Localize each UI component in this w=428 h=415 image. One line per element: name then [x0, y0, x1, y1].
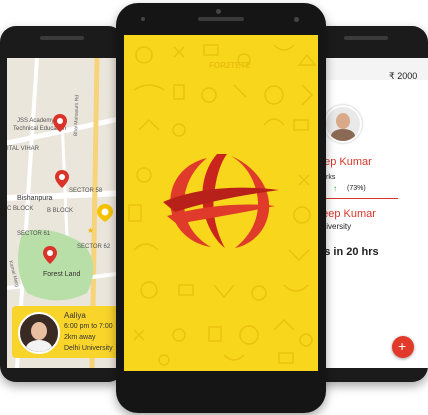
map-label-vihar: ITAL VIHAR [7, 146, 40, 152]
center-phone-speaker [198, 17, 244, 21]
map-label-sector58: SECTOR 58 [69, 188, 103, 194]
map-label-c-block: C BLOCK [7, 206, 34, 212]
map-label-b-block: B BLOCK [47, 208, 74, 214]
divider [314, 198, 398, 199]
map-pin-icon[interactable] [55, 170, 69, 188]
front-sensor [294, 17, 299, 22]
tutor-university: Delhi University [64, 345, 113, 352]
tutor-name: Aaliya [64, 311, 86, 320]
map-pin-icon[interactable] [53, 114, 67, 132]
profile-screen: ₹ 2000 eep Kumar rks ↑ (73%) deep Kumar … [314, 58, 428, 368]
map-label-bishanpura: Bishanpura [17, 195, 53, 202]
tutor-avatar [324, 105, 362, 143]
watermark-text: FOR2TETE [209, 61, 251, 70]
works-label: rks [326, 174, 336, 181]
splash-screen: FOR2TETE [124, 35, 318, 371]
map-pin-icon[interactable] [43, 246, 57, 264]
trend-up-icon: ↑ [333, 184, 337, 193]
tutor-card[interactable]: Aaliya 6:00 pm to 7:00 2km away Delhi Un… [12, 306, 124, 358]
add-fab-button[interactable]: + [392, 336, 414, 358]
left-phone: JSS Academy Of Technical Education Bhai … [0, 26, 124, 382]
selected-map-pin-icon[interactable] [97, 204, 113, 222]
tutor-name-1: eep Kumar [318, 156, 372, 168]
map-label-sector61: SECTOR 61 [17, 231, 51, 237]
front-camera [216, 9, 221, 14]
map-label-sector62: SECTOR 62 [77, 244, 111, 250]
map-screen[interactable]: JSS Academy Of Technical Education Bhai … [7, 58, 124, 368]
map-label-forest: Forest Land [43, 271, 81, 278]
center-phone: FOR2TETE [116, 3, 326, 413]
tutor-time: 6:00 pm to 7:00 [64, 323, 113, 330]
price-label: ₹ 2000 [389, 71, 418, 81]
star-icon: ★ [87, 226, 95, 235]
add-icon: + [398, 338, 407, 354]
percent-label: (73%) [347, 185, 366, 192]
avatar [18, 312, 60, 354]
front-light [141, 17, 145, 21]
app-logo-icon [163, 154, 279, 248]
left-phone-speaker [40, 36, 84, 40]
right-phone-speaker [344, 36, 388, 40]
tutor-distance: 2km away [64, 334, 96, 341]
